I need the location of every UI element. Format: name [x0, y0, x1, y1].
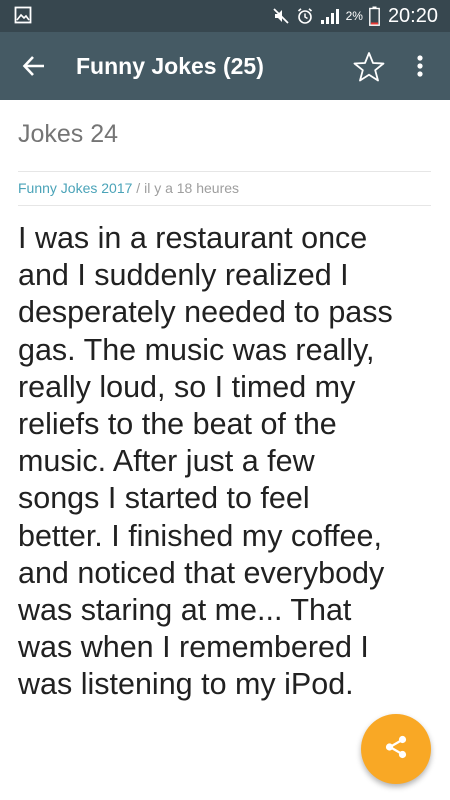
divider [18, 205, 431, 206]
alarm-icon [296, 7, 314, 25]
app-title: Funny Jokes (25) [76, 53, 264, 79]
more-vert-icon[interactable] [408, 52, 432, 80]
mute-icon [272, 7, 290, 25]
joke-line: I was in a restaurant once [18, 221, 368, 255]
back-arrow-icon[interactable] [20, 52, 48, 80]
share-button[interactable] [361, 714, 431, 784]
clock: 20:20 [387, 4, 438, 27]
signal-icon [320, 7, 340, 25]
joke-line: was staring at me... That [18, 593, 352, 628]
joke-line: really loud, so I timed my [18, 369, 356, 404]
gallery-icon [14, 6, 32, 24]
app-bar: Funny Jokes (25) [0, 32, 450, 100]
source-link[interactable]: Funny Jokes 2017 [18, 180, 132, 196]
battery-icon [369, 6, 380, 26]
divider [18, 171, 431, 172]
joke-line: music. After just a few [18, 444, 315, 479]
status-bar: 2% 20:20 [0, 0, 450, 32]
joke-line: desperately needed to pass [18, 295, 393, 330]
joke-body: I was in a restaurant once and I suddenl… [18, 220, 438, 704]
status-icons: 2% 20:20 [272, 0, 438, 32]
joke-line: and noticed that everybody [18, 555, 385, 590]
joke-line: songs I started to feel [18, 481, 310, 516]
time-ago: il y a 18 heures [144, 180, 240, 196]
joke-line: was listening to my iPod. [18, 667, 354, 702]
joke-line: better. I finished my coffee, [18, 518, 382, 553]
joke-heading: Jokes 24 [18, 120, 119, 148]
joke-line: gas. The music was really, [18, 332, 375, 367]
star-outline-icon[interactable] [352, 50, 386, 84]
meta-separator: / [132, 180, 145, 196]
joke-line: and I suddenly realized I [18, 258, 349, 293]
joke-line: was when I remembered I [18, 630, 369, 665]
joke-meta: Funny Jokes 2017 / il y a 18 heures [18, 178, 239, 198]
joke-line: reliefs to the beat of the [18, 407, 337, 442]
share-icon [382, 733, 410, 765]
battery-percent: 2% [345, 9, 363, 23]
